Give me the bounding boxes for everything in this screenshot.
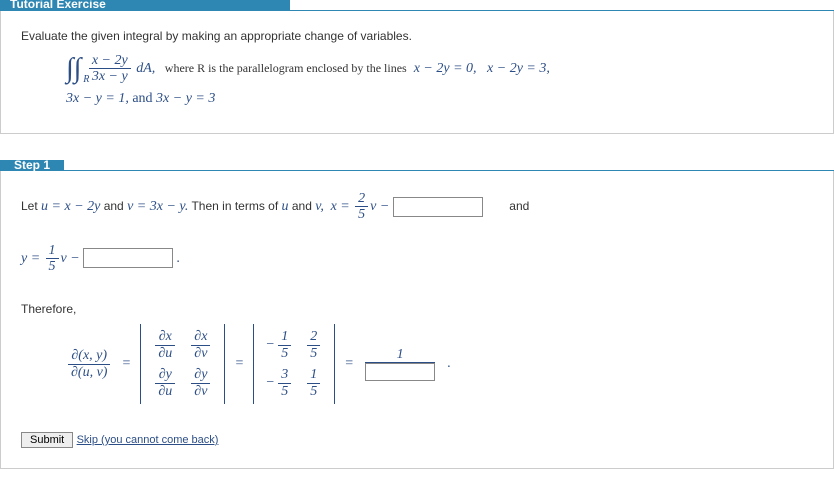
m22n: 1	[307, 367, 320, 383]
x-coef-den: 5	[355, 207, 368, 222]
then-text: Then in terms of	[191, 199, 278, 213]
region-intro: where R is the parallelogram enclosed by…	[165, 61, 407, 75]
y-v-minus: v −	[61, 251, 80, 266]
jacobian-row: ∂(x, y) ∂(u, v) = ∂x∂u ∂x∂v ∂y∂u ∂y∂v = …	[66, 324, 813, 404]
u-var: u	[282, 199, 289, 214]
y-period: .	[176, 251, 180, 266]
integrand-numerator: x − 2y	[89, 53, 131, 69]
x-answer-input[interactable]	[393, 197, 483, 217]
result-num: 1	[365, 347, 435, 363]
m11n: 1	[278, 329, 291, 345]
m12d: 5	[307, 346, 320, 361]
dx-2: ∂x	[191, 329, 210, 345]
final-dot: .	[447, 356, 451, 372]
dy-2: ∂y	[191, 367, 210, 383]
m11d: 5	[278, 346, 291, 361]
prompt-text: Evaluate the given integral by making an…	[21, 29, 813, 43]
dA-text: dA,	[136, 61, 155, 76]
du-1: ∂u	[155, 346, 175, 361]
and-1: and	[104, 199, 124, 213]
m21d: 5	[278, 384, 291, 399]
boundary-line-4: 3x − y = 3	[156, 91, 215, 106]
x-equals: x =	[331, 199, 350, 214]
exercise-panel: Evaluate the given integral by making an…	[0, 11, 834, 134]
eq-2: =	[235, 356, 243, 372]
jacobian-num: ∂(x, y)	[68, 348, 110, 364]
y-equation-row: y = 1 5 v − .	[21, 243, 813, 275]
integral-expression: ∫∫ x − 2y 3x − y dA, where R is the para…	[66, 53, 813, 113]
jacobian-answer-input[interactable]	[365, 363, 435, 381]
v-var: v,	[315, 199, 324, 214]
result-fraction: 1	[365, 347, 435, 381]
x-coef-num: 2	[355, 191, 368, 207]
y-coef-num: 1	[46, 243, 59, 259]
action-row: Submit Skip (you cannot come back)	[21, 432, 813, 448]
dx-1: ∂x	[155, 329, 175, 345]
v-definition: v = 3x − y.	[127, 199, 188, 214]
du-2: ∂u	[155, 384, 175, 399]
and-trail: and	[509, 199, 529, 213]
let-text: Let	[21, 199, 38, 213]
y-equals: y =	[21, 251, 40, 266]
submit-button[interactable]: Submit	[21, 432, 73, 448]
and-2: and	[292, 199, 312, 213]
partial-matrix: ∂x∂u ∂x∂v ∂y∂u ∂y∂v	[140, 324, 225, 404]
skip-link[interactable]: Skip (you cannot come back)	[77, 434, 219, 446]
therefore-text: Therefore,	[21, 302, 813, 316]
value-matrix: −15 25 −35 15	[253, 324, 335, 404]
x-v-minus: v −	[370, 199, 389, 214]
step-1-tab: Step 1	[0, 160, 64, 170]
y-coef-den: 5	[46, 259, 59, 274]
y-answer-input[interactable]	[83, 248, 173, 268]
dv-2: ∂v	[191, 384, 210, 399]
m21n: 3	[278, 367, 291, 383]
x-equation-row: Let u = x − 2y and v = 3x − y. Then in t…	[21, 191, 813, 223]
tutorial-exercise-tab: Tutorial Exercise	[0, 0, 290, 10]
integrand-denominator: 3x − y	[89, 69, 131, 84]
boundary-line-1: x − 2y = 0,	[414, 61, 477, 76]
dv-1: ∂v	[191, 346, 210, 361]
dy-1: ∂y	[155, 367, 175, 383]
boundary-line-2: x − 2y = 3,	[487, 61, 550, 76]
eq-3: =	[345, 356, 353, 372]
and-text: and	[132, 91, 156, 106]
jacobian-den: ∂(u, v)	[68, 365, 110, 380]
m22d: 5	[307, 384, 320, 399]
eq-1: =	[122, 356, 130, 372]
step-1-panel: Let u = x − 2y and v = 3x − y. Then in t…	[0, 171, 834, 469]
m12n: 2	[307, 329, 320, 345]
u-definition: u = x − 2y	[41, 199, 100, 214]
boundary-line-3: 3x − y = 1,	[66, 91, 129, 106]
double-integral-icon: ∫∫	[66, 55, 81, 83]
